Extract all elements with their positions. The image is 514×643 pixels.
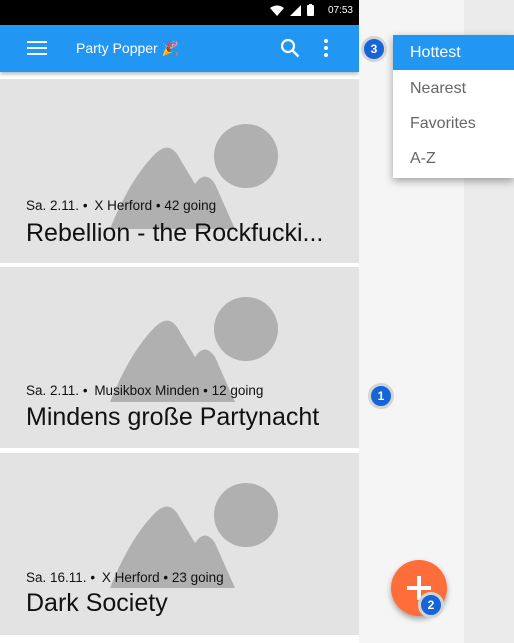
sort-option-a-z[interactable]: A-Z xyxy=(393,141,514,176)
signal-icon xyxy=(289,4,301,16)
event-date: Sa. 2.11. xyxy=(26,383,80,398)
hamburger-menu-icon[interactable] xyxy=(27,41,47,55)
annotation-marker-1: 1 xyxy=(368,383,394,409)
status-time: 07:53 xyxy=(327,4,353,16)
event-card[interactable]: Sa. 16.11. • X Herford • 23 going Dark S… xyxy=(0,453,359,635)
more-vert-icon[interactable] xyxy=(320,38,332,58)
event-going: 42 going xyxy=(164,198,217,213)
event-going: 12 going xyxy=(211,383,264,398)
meta-separator: • xyxy=(82,383,88,398)
event-name: Rebellion - the Rockfucki... xyxy=(26,219,324,247)
sort-option-hottest[interactable]: Hottest xyxy=(393,35,514,70)
event-venue: Musikbox Minden xyxy=(94,383,200,398)
meta-separator: • xyxy=(155,198,161,213)
event-list: Sa. 2.11. • X Herford • 42 going Rebelli… xyxy=(0,72,359,643)
event-card[interactable]: Sa. 2.11. • X Herford • 42 going Rebelli… xyxy=(0,79,359,263)
event-date: Sa. 16.11. xyxy=(26,570,87,585)
annotation-marker-2: 2 xyxy=(418,592,444,618)
app-title-text: Party Popper xyxy=(76,40,158,56)
status-bar: 07:53 xyxy=(0,0,359,25)
event-meta: Sa. 16.11. • X Herford • 23 going xyxy=(26,570,224,585)
annotation-marker-3: 3 xyxy=(361,36,387,62)
meta-separator: • xyxy=(203,383,208,398)
party-popper-icon: 🎉 xyxy=(161,40,180,56)
event-card[interactable]: Sa. 2.11. • Musikbox Minden • 12 going M… xyxy=(0,267,359,448)
event-name: Dark Society xyxy=(26,589,168,617)
meta-separator: • xyxy=(82,198,88,213)
event-venue: X Herford xyxy=(101,570,160,585)
app-title: Party Popper 🎉 xyxy=(76,40,179,57)
search-icon[interactable] xyxy=(280,38,300,58)
sort-dropdown-menu: Hottest Nearest Favorites A-Z xyxy=(393,35,514,178)
event-date: Sa. 2.11. xyxy=(26,198,80,213)
event-meta: Sa. 2.11. • X Herford • 42 going xyxy=(26,198,216,213)
meta-separator: • xyxy=(90,570,96,585)
battery-icon xyxy=(306,4,314,16)
event-name: Mindens große Partynacht xyxy=(26,403,320,431)
phone-screen: 07:53 Party Popper 🎉 Sa. 2.11. • X Herfo… xyxy=(0,0,359,643)
sort-option-favorites[interactable]: Favorites xyxy=(393,106,514,141)
event-venue: X Herford xyxy=(94,198,153,213)
sort-option-nearest[interactable]: Nearest xyxy=(393,71,514,106)
event-going: 23 going xyxy=(171,570,224,585)
app-bar: Party Popper 🎉 xyxy=(0,25,359,72)
meta-separator: • xyxy=(163,570,169,585)
event-meta: Sa. 2.11. • Musikbox Minden • 12 going xyxy=(26,383,263,398)
wifi-icon xyxy=(269,5,284,16)
